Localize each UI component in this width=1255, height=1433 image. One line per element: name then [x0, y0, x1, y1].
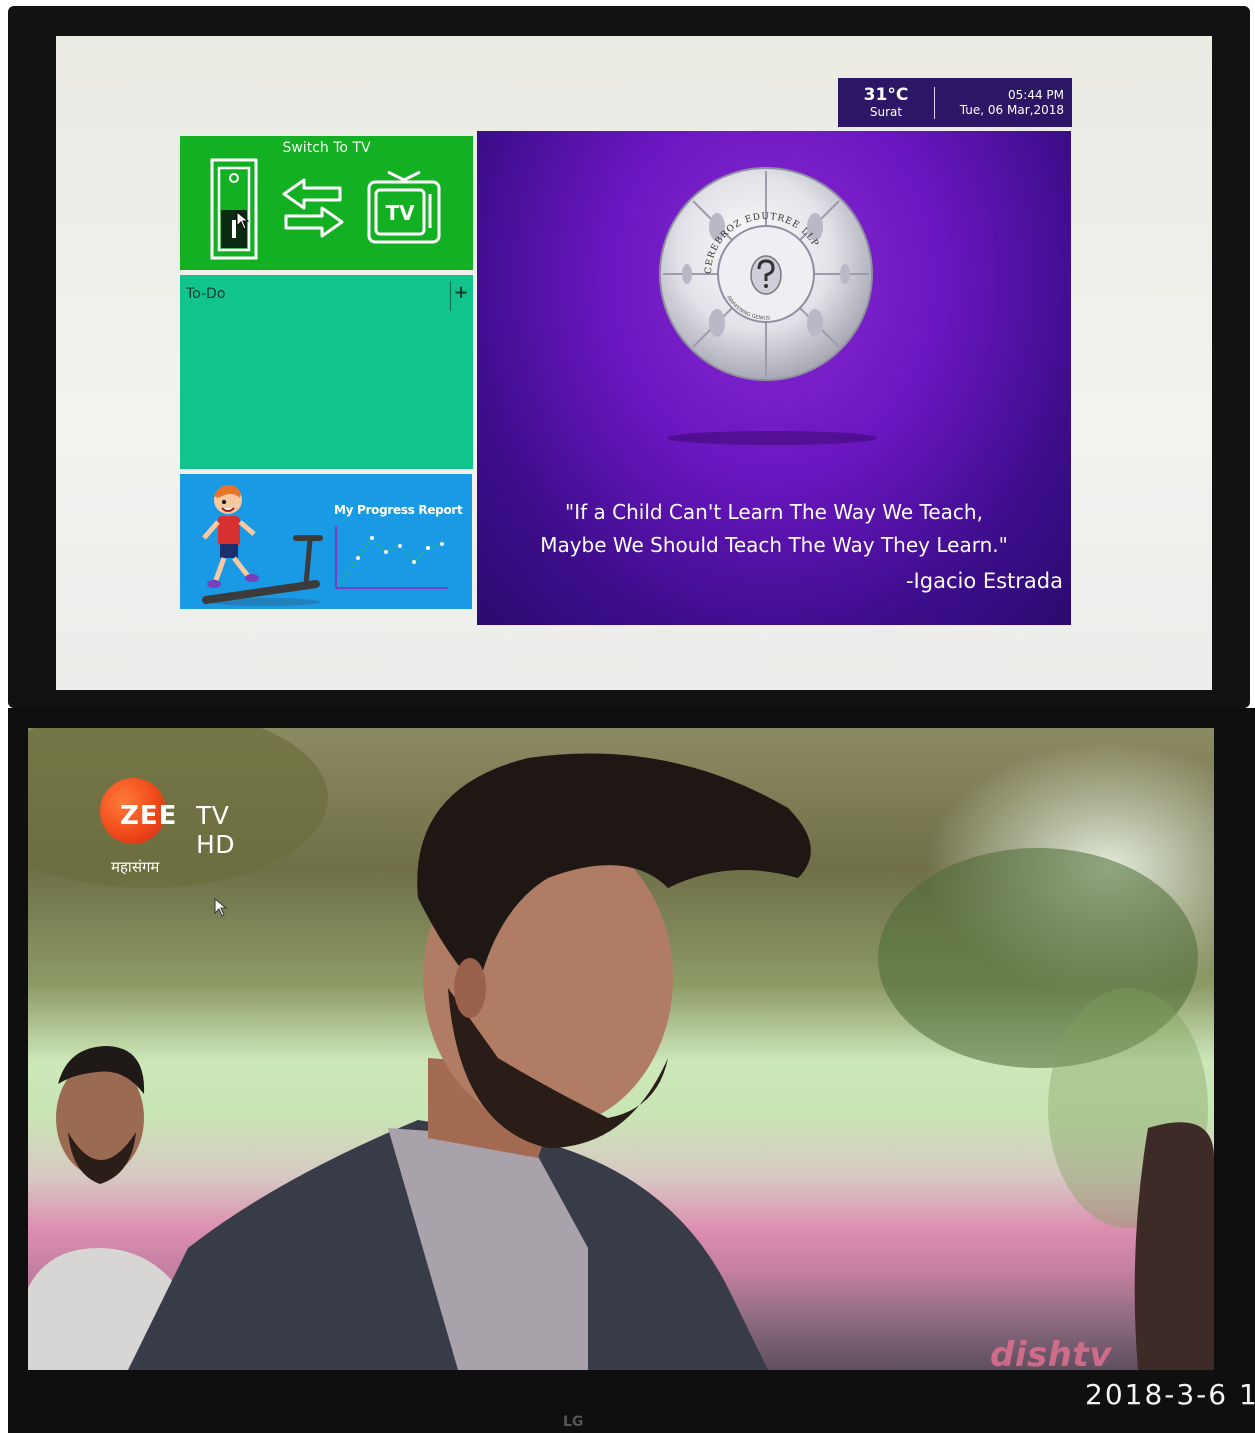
logo-shadow: [667, 431, 877, 445]
progress-report-tile[interactable]: My Progress Report: [180, 474, 472, 609]
switch-icon: [210, 158, 258, 260]
status-bar: 31°C Surat 05:44 PM Tue, 06 Mar,2018: [838, 78, 1072, 127]
weather-widget: 31°C Surat: [838, 85, 934, 120]
zee-tv-hd-logo: ZEE TV HD: [100, 778, 270, 859]
quote-line-2: Maybe We Should Teach The Way They Learn…: [540, 533, 1008, 557]
temperature: 31°C: [863, 85, 909, 105]
tv-mouse-pointer-icon: [214, 898, 228, 917]
switch-to-tv-tile[interactable]: Switch To TV TV: [180, 136, 473, 270]
clock-date: Tue, 06 Mar,2018: [959, 102, 1064, 117]
cerebroz-logo: CEREBROZ EDUTREE LLP AWAKENING GENIUS: [659, 167, 873, 381]
add-todo-button[interactable]: +: [453, 283, 469, 303]
quote-text: "If a Child Can't Learn The Way We Teach…: [487, 496, 1061, 562]
line-chart-icon: [335, 526, 448, 589]
photo-timestamp: 2018-3-6 1: [1085, 1378, 1255, 1411]
mouse-pointer-icon: [236, 211, 250, 230]
todo-label: To-Do: [186, 286, 226, 302]
progress-report-label: My Progress Report: [334, 503, 463, 517]
zee-text: ZEE: [120, 801, 178, 831]
quote-author: -Igacio Estrada: [905, 569, 1063, 593]
quote-line-1: "If a Child Can't Learn The Way We Teach…: [565, 500, 983, 524]
tv-icon-text: TV: [385, 201, 415, 225]
tv-icon: TV: [367, 170, 441, 244]
quote-tile: CEREBROZ EDUTREE LLP AWAKENING GENIUS "I…: [477, 131, 1071, 625]
treadmill-runner-icon: [202, 485, 323, 606]
city-name: Surat: [869, 105, 903, 119]
clock-widget: 05:44 PM Tue, 06 Mar,2018: [935, 88, 1072, 118]
clock-time: 05:44 PM: [1008, 87, 1064, 102]
todo-divider: [450, 281, 451, 311]
swap-arrows-icon: [282, 178, 344, 238]
lg-brand-logo: LG: [563, 1414, 584, 1430]
channel-tagline: महासंगम: [111, 858, 160, 876]
switch-to-tv-label: Switch To TV: [282, 140, 371, 156]
todo-tile[interactable]: To-Do +: [180, 275, 473, 469]
dishtv-logo: dishtv: [990, 1335, 1112, 1375]
tvhd-text: TV HD: [196, 801, 236, 859]
